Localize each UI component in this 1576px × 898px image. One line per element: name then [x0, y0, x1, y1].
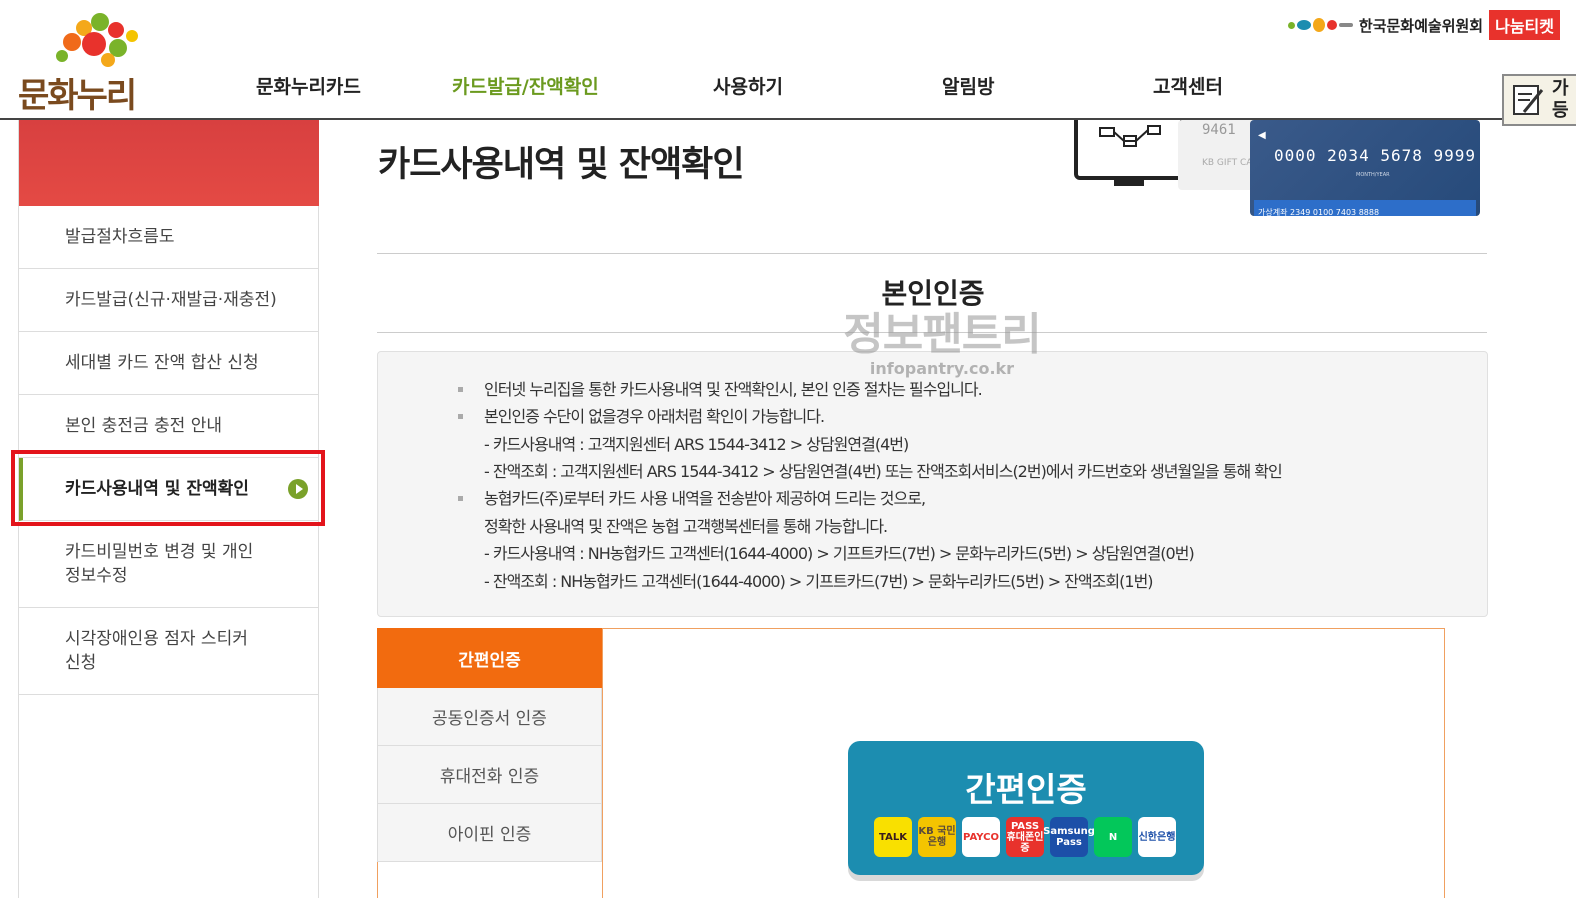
tab-certificate-auth[interactable]: 공동인증서 인증 — [377, 688, 602, 746]
info-line: 본인인증 수단이 없을경우 아래처럼 확인이 가능합니다. — [484, 407, 825, 426]
auth-tabs: 간편인증 공동인증서 인증 휴대전화 인증 아이핀 인증 — [377, 628, 602, 862]
info-line: - 잔액조회 : 고객지원센터 ARS 1544-3412 > 상담원연결(4번… — [484, 462, 1283, 481]
samsung-pass-icon: Samsung Pass — [1043, 817, 1095, 857]
monitor-icon — [1074, 120, 1184, 180]
easy-auth-button[interactable]: 간편인증 TALK KB 국민은행 PAYCO PASS 휴대폰인증 Samsung P… — [848, 741, 1204, 875]
bullet-icon — [458, 387, 463, 392]
nanum-ticket-link[interactable]: 나눔티켓 — [1489, 10, 1560, 40]
tab-phone-auth[interactable]: 휴대전화 인증 — [377, 746, 602, 804]
play-icon: ◀ — [1258, 130, 1266, 141]
logo-flower-icon — [56, 13, 138, 67]
sidebar-item-label: 본인 충전금 충전 안내 — [65, 416, 222, 436]
kb-icon: KB 국민은행 — [918, 817, 956, 857]
sidebar-item-label: 세대별 카드 잔액 합산 신청 — [65, 353, 259, 373]
naver-icon: N — [1094, 817, 1132, 857]
arts-council-logo-icon — [1287, 18, 1353, 32]
sidebar-item-card-issue[interactable]: 카드발급(신규·재발급·재충전) — [19, 269, 318, 332]
sidebar-item-household-merge[interactable]: 세대별 카드 잔액 합산 신청 — [19, 332, 318, 395]
bullet-icon — [458, 496, 463, 501]
shinhan-icon: 신한은행 — [1138, 817, 1176, 857]
sidebar-item-label: 시각장애인용 점자 스티커 신청 — [65, 629, 248, 673]
bullet-icon — [458, 414, 463, 419]
auth-panel: 간편인증 공동인증서 인증 휴대전화 인증 아이핀 인증 간편인증 TALK KB… — [377, 628, 1445, 898]
sidebar-item-password-info[interactable]: 카드비밀번호 변경 및 개인 정보수정 — [19, 521, 318, 608]
nav-item-card[interactable]: 문화누리카드 — [256, 72, 361, 99]
info-line: - 카드사용내역 : NH농협카드 고객센터(1644-4000) > 기프트카… — [484, 544, 1195, 563]
nav-item-notice[interactable]: 알림방 — [942, 72, 994, 99]
nav-item-issue-balance[interactable]: 카드발급/잔액확인 — [452, 72, 599, 99]
tab-ipin-auth[interactable]: 아이핀 인증 — [377, 804, 602, 862]
info-line: - 잔액조회 : NH농협카드 고객센터(1644-4000) > 기프트카드(… — [484, 572, 1154, 591]
floating-side-widget[interactable]: 가등 — [1502, 74, 1576, 126]
divider — [377, 253, 1487, 254]
card-illustration: 9461 KB GIFT CA ◀ 0000 2034 5678 9999 MO… — [1070, 120, 1490, 218]
page-title: 카드사용내역 및 잔액확인 — [378, 145, 745, 185]
easy-auth-title: 간편인증 — [965, 770, 1087, 809]
pass-icon: PASS 휴대폰인증 — [1006, 817, 1044, 857]
nav-item-support[interactable]: 고객센터 — [1153, 72, 1223, 99]
selected-item-highlight — [11, 450, 325, 526]
site-header: 문화누리 문화누리카드 카드발급/잔액확인 사용하기 알림방 고객센터 한국문화… — [0, 0, 1576, 120]
info-line: 인터넷 누리집을 통한 카드사용내역 및 잔액확인시, 본인 인증 절차는 필수… — [484, 380, 983, 399]
partner-links: 한국문화예술위원회 나눔티켓 — [1287, 10, 1560, 40]
info-line: - 카드사용내역 : 고객지원센터 ARS 1544-3412 > 상담원연결(… — [484, 435, 909, 454]
monitor-stand — [1114, 180, 1144, 186]
info-line: 정확한 사용내역 및 잔액은 농협 고객행복센터를 통해 가능합니다. — [484, 517, 888, 536]
side-widget-text: 가등 — [1552, 78, 1569, 121]
sidebar-item-label: 발급절차흐름도 — [65, 227, 175, 247]
sidebar-item-issue-flow[interactable]: 발급절차흐름도 — [19, 206, 318, 269]
arts-council-link[interactable]: 한국문화예술위원회 — [1359, 15, 1483, 36]
kakaotalk-icon: TALK — [874, 817, 912, 857]
main-nav: 문화누리카드 카드발급/잔액확인 사용하기 알림방 고객센터 — [0, 72, 1300, 102]
nav-item-usage[interactable]: 사용하기 — [713, 72, 783, 99]
divider — [377, 332, 1487, 333]
easy-auth-providers: TALK KB 국민은행 PAYCO PASS 휴대폰인증 Samsung Pass N 신… — [874, 817, 1176, 857]
sidebar-item-label: 카드발급(신규·재발급·재충전) — [65, 290, 277, 310]
auth-info-box: 인터넷 누리집을 통한 카드사용내역 및 잔액확인시, 본인 인증 절차는 필수… — [377, 351, 1488, 617]
pen-document-icon — [1513, 85, 1544, 115]
sidebar-banner — [19, 120, 319, 206]
tab-easy-auth[interactable]: 간편인증 — [377, 628, 602, 688]
info-line: 농협카드(주)로부터 카드 사용 내역을 전송받아 제공하여 드리는 것으로, — [484, 489, 926, 508]
sidebar-item-braille-sticker[interactable]: 시각장애인용 점자 스티커 신청 — [19, 608, 318, 695]
sidebar-item-self-charge[interactable]: 본인 충전금 충전 안내 — [19, 395, 318, 458]
payco-icon: PAYCO — [962, 817, 1000, 857]
blue-culture-card: ◀ 0000 2034 5678 9999 MONTH/YEAR 가상계좌 23… — [1250, 120, 1480, 217]
sidebar-item-label: 카드비밀번호 변경 및 개인 정보수정 — [65, 542, 254, 586]
